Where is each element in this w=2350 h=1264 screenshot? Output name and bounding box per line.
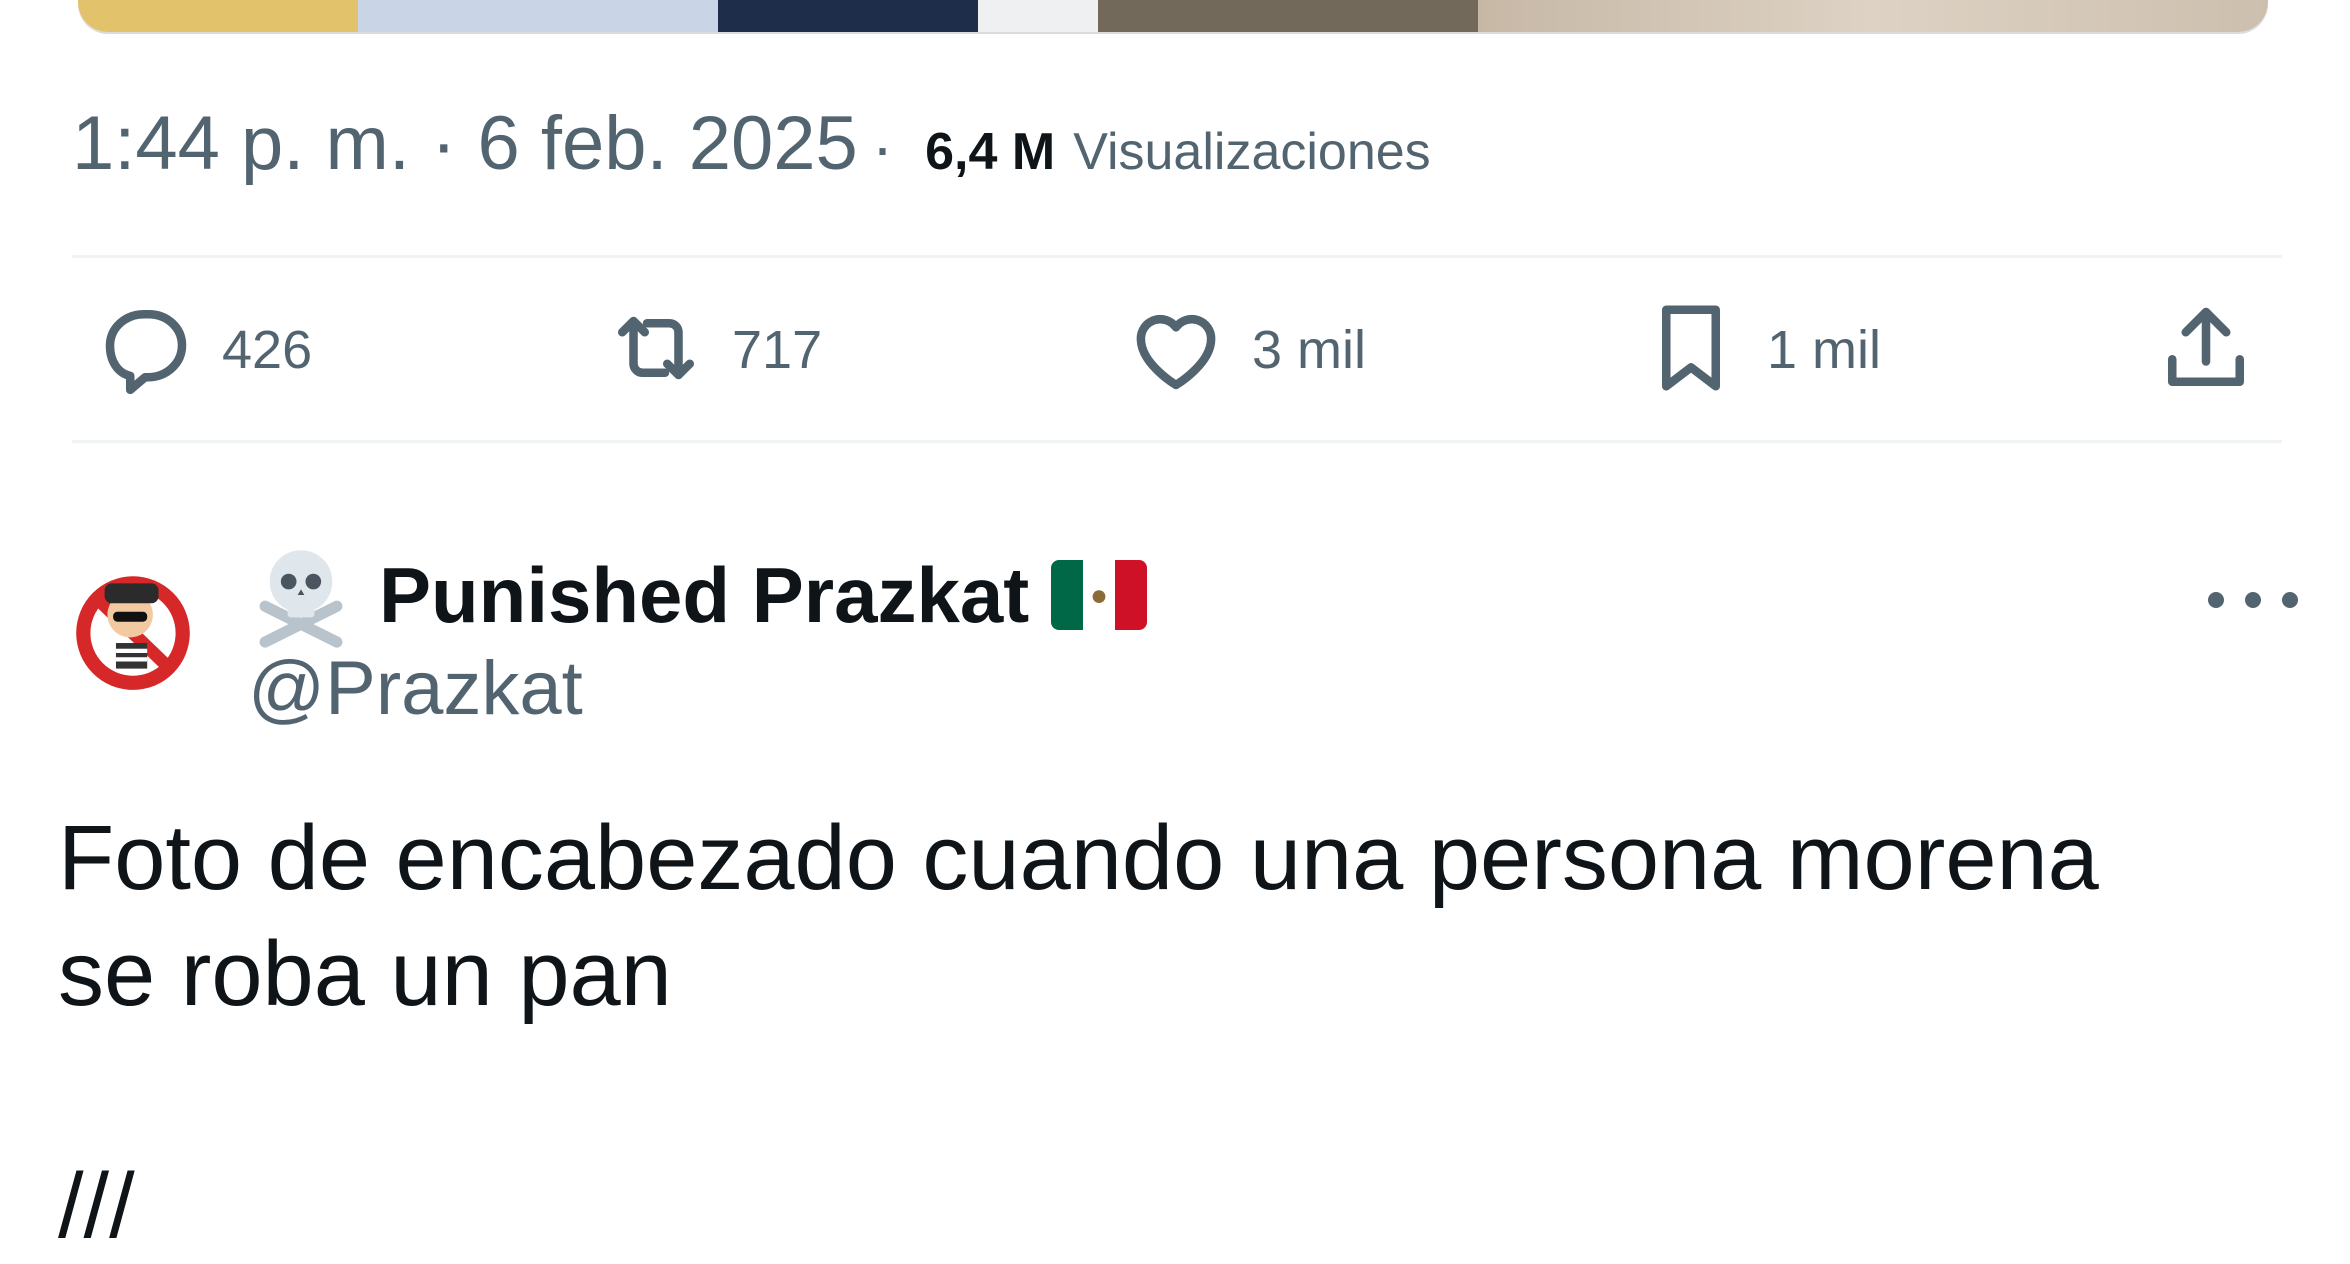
reply-count: 426 [222, 320, 313, 380]
views-count[interactable]: 6,4 M [925, 122, 1055, 182]
tweet-timestamp[interactable]: 1:44 p. m. · 6 feb. 2025 [72, 100, 858, 187]
bookmark-button[interactable]: 1 mil [1637, 298, 1881, 402]
retweet-arrows-icon [602, 294, 710, 407]
more-dots-icon [2208, 592, 2224, 608]
bookmark-icon [1637, 294, 1745, 407]
media-panel [718, 0, 978, 32]
like-button[interactable]: 3 mil [1122, 298, 1366, 402]
divider [72, 440, 2282, 443]
tweet-body-text: Foto de encabezado cuando una persona mo… [58, 807, 2099, 1257]
tweet-meta: 1:44 p. m. · 6 feb. 2025 · 6,4 M Visuali… [72, 100, 1431, 190]
bookmark-count: 1 mil [1767, 320, 1882, 380]
media-panel [78, 0, 358, 32]
media-panel [978, 0, 1098, 32]
retweet-button[interactable]: 717 [602, 298, 822, 402]
more-dots-icon [2282, 592, 2298, 608]
mexico-flag-icon [1051, 560, 1148, 630]
media-panel [1478, 0, 2268, 32]
more-dots-icon [2245, 592, 2261, 608]
like-count: 3 mil [1252, 320, 1367, 380]
tweet-action-bar: 426 717 3 mil 1 mil [72, 280, 2282, 420]
share-button[interactable] [2152, 298, 2260, 402]
speech-bubble-icon [92, 294, 200, 407]
author-name-row[interactable]: Punished Prazkat [245, 539, 1148, 651]
divider [72, 255, 2282, 258]
author-handle[interactable]: @Prazkat [248, 645, 583, 732]
avatar[interactable] [62, 555, 204, 697]
upload-share-icon [2152, 294, 2260, 407]
meta-separator: · [871, 111, 894, 183]
skull-crossbones-icon [245, 539, 357, 651]
media-panel [358, 0, 718, 32]
media-panel [1098, 0, 1478, 32]
author-display-name[interactable]: Punished Prazkat [379, 550, 1029, 641]
reply-button[interactable]: 426 [92, 298, 312, 402]
heart-icon [1122, 294, 1230, 407]
more-options-button[interactable] [2208, 575, 2298, 625]
tweet-media-image[interactable] [78, 0, 2268, 32]
retweet-count: 717 [732, 320, 823, 380]
views-label[interactable]: Visualizaciones [1073, 122, 1430, 182]
